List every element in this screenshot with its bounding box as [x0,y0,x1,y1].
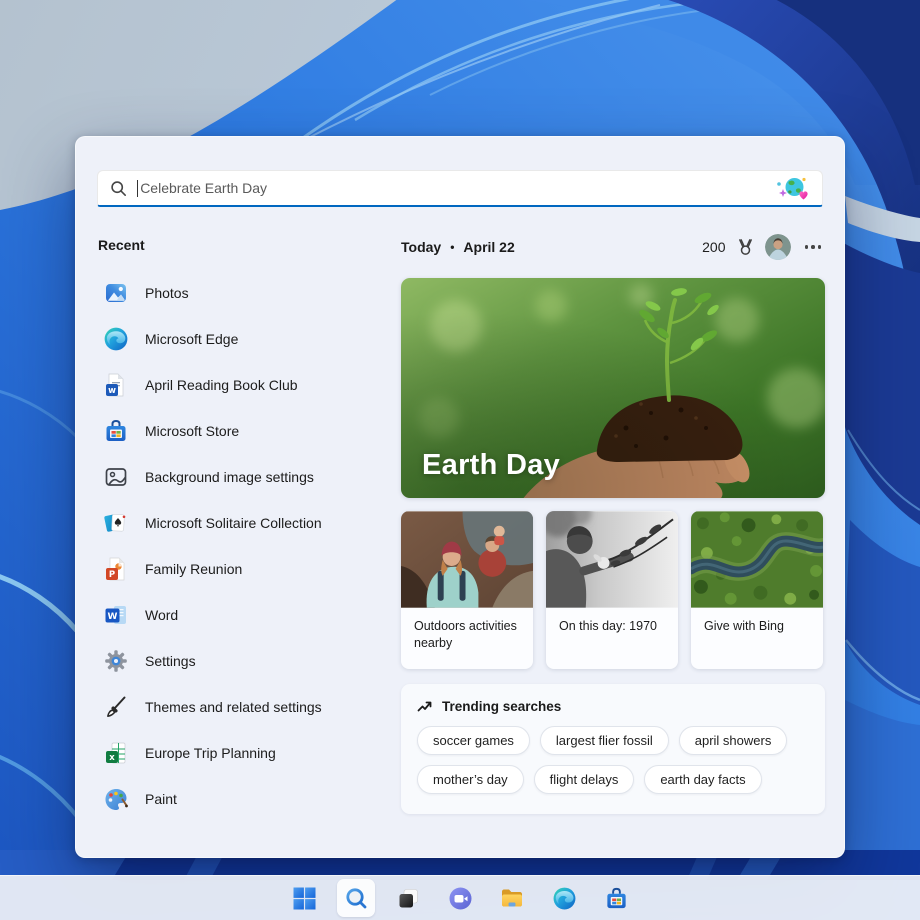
svg-text:w: w [108,386,116,396]
word-app-icon: W [103,602,129,628]
today-date: Today • April 22 [401,239,515,255]
trending-pill[interactable]: soccer games [417,726,530,755]
task-view-button[interactable] [389,879,427,917]
taskbar-edge-button[interactable] [545,879,583,917]
excel-icon: x [103,740,129,766]
trending-pill[interactable]: earth day facts [644,765,761,794]
outdoors-card-image [401,511,533,608]
taskbar-search-button[interactable] [337,879,375,917]
recent-item-family-reunion[interactable]: P Family Reunion [98,546,398,592]
trending-pill[interactable]: mother’s day [417,765,524,794]
trending-searches-section: Trending searches soccer games largest f… [401,684,825,814]
photos-icon [103,280,129,306]
recent-item-label: Word [145,607,178,623]
recent-item-background-image-settings[interactable]: Background image settings [98,454,398,500]
text-cursor [137,180,138,197]
trending-up-icon [417,698,433,714]
svg-text:x: x [109,753,115,763]
recent-item-themes-and-related-settings[interactable]: Themes and related settings [98,684,398,730]
recent-item-settings[interactable]: Settings [98,638,398,684]
gear-icon [103,648,129,674]
edge-icon [103,326,129,352]
recent-list: Photos Microsoft Edge w Apr [98,270,398,822]
recent-item-label: Microsoft Solitaire Collection [145,515,322,531]
recent-item-europe-trip-planning[interactable]: x Europe Trip Planning [98,730,398,776]
rewards-points[interactable]: 200 [702,239,725,255]
today-label: Today [401,239,441,255]
svg-text:P: P [109,570,115,580]
recent-item-label: April Reading Book Club [145,377,298,393]
recent-item-label: Family Reunion [145,561,242,577]
give-with-bing-card-image [691,511,823,608]
card-on-this-day[interactable]: On this day: 1970 [546,511,678,669]
recent-section-title: Recent [98,237,145,253]
svg-text:W: W [108,612,118,622]
recent-item-label: Europe Trip Planning [145,745,276,761]
trending-title: Trending searches [442,699,561,714]
recent-item-april-reading-book-club[interactable]: w April Reading Book Club [98,362,398,408]
solitaire-icon [103,510,129,536]
recent-item-label: Photos [145,285,189,301]
earth-day-hero-card[interactable]: Earth Day [401,278,825,498]
user-avatar[interactable] [765,234,791,260]
recent-item-label: Themes and related settings [145,699,322,715]
search-panel: Celebrate Earth Day Recent [75,136,845,858]
rewards-medal-icon[interactable] [736,238,755,257]
hero-title: Earth Day [422,449,560,482]
trending-pill[interactable]: largest flier fossil [540,726,669,755]
recent-item-microsoft-store[interactable]: Microsoft Store [98,408,398,454]
taskbar [0,875,920,920]
today-header-row: Today • April 22 200 [401,233,825,261]
search-placeholder: Celebrate Earth Day [140,180,776,196]
date-label: April 22 [463,239,514,255]
store-icon [103,418,129,444]
more-menu[interactable] [801,239,826,255]
recent-item-label: Background image settings [145,469,314,485]
card-outdoors-activities[interactable]: Outdoors activities nearby [401,511,533,669]
trending-pill[interactable]: flight delays [534,765,635,794]
recent-item-label: Paint [145,791,177,807]
card-label: Outdoors activities nearby [401,608,533,651]
recent-item-photos[interactable]: Photos [98,270,398,316]
windows-start-button[interactable] [285,879,323,917]
powerpoint-icon: P [103,556,129,582]
taskbar-store-button[interactable] [597,879,635,917]
search-icon [110,180,127,197]
word-document-icon: w [103,372,129,398]
paint-palette-icon [103,786,129,812]
on-this-day-card-image [546,511,678,608]
recent-item-label: Microsoft Edge [145,331,238,347]
search-input[interactable]: Celebrate Earth Day [97,170,823,207]
date-separator: • [450,240,454,254]
file-explorer-button[interactable] [493,879,531,917]
image-settings-icon [103,464,129,490]
paintbrush-icon [103,694,129,720]
card-label: Give with Bing [691,608,823,635]
recent-item-microsoft-solitaire-collection[interactable]: Microsoft Solitaire Collection [98,500,398,546]
card-give-with-bing[interactable]: Give with Bing [691,511,823,669]
card-label: On this day: 1970 [546,608,678,635]
recent-item-microsoft-edge[interactable]: Microsoft Edge [98,316,398,362]
earth-day-globe-heart-icon [776,176,812,201]
daily-cards-row: Outdoors activities nearby [401,511,825,669]
recent-item-label: Settings [145,653,196,669]
recent-item-paint[interactable]: Paint [98,776,398,822]
trending-pill[interactable]: april showers [679,726,788,755]
recent-item-word[interactable]: W Word [98,592,398,638]
recent-item-label: Microsoft Store [145,423,239,439]
chat-button[interactable] [441,879,479,917]
